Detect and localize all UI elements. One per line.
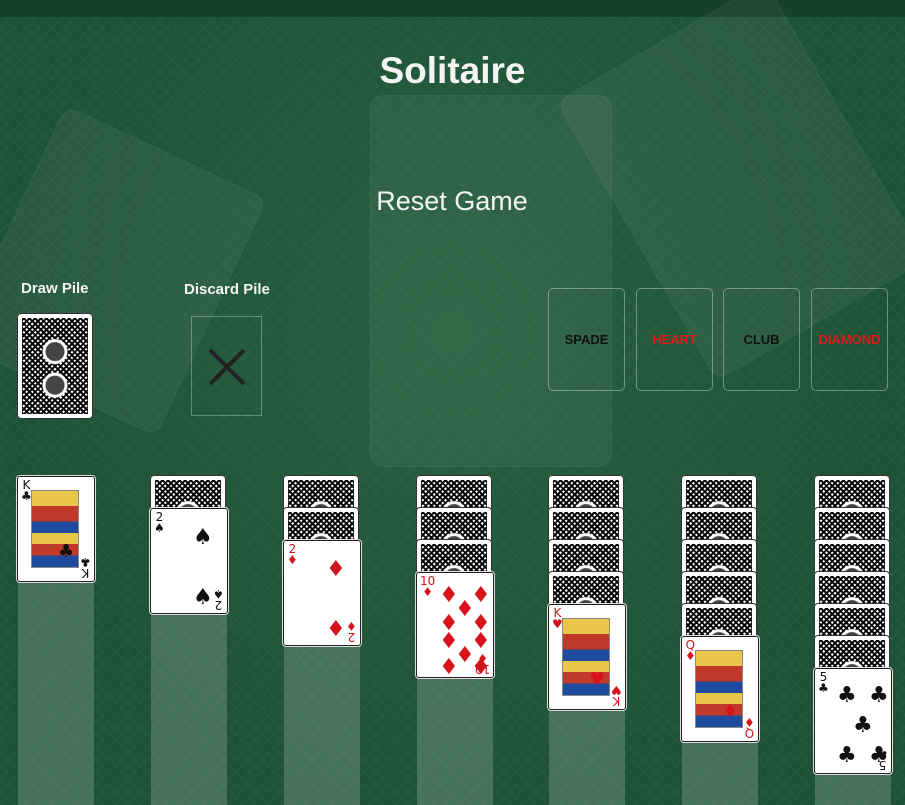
foundation-heart[interactable]: HEART	[636, 288, 713, 391]
suit-pip: ♦	[471, 655, 491, 678]
tableau-column-4	[417, 672, 493, 805]
tableau-top-card[interactable]: K ♣ K ♣ ♣	[17, 476, 95, 582]
suit-pip: ♥	[589, 669, 606, 690]
suit-pip: ♦	[326, 557, 346, 582]
card-rank-corner: 2 ♠	[154, 510, 165, 535]
suit-pip: ♣	[837, 743, 857, 768]
tableau-top-card[interactable]: 5 ♣ 5 ♣ ♣ ♣ ♣ ♣ ♣	[814, 668, 892, 774]
card-rank-corner: 2 ♠	[213, 587, 224, 612]
draw-pile-label: Draw Pile	[21, 280, 89, 297]
suit-pip: ♦	[326, 617, 346, 642]
suit-pip: ♣	[853, 713, 873, 738]
discard-pile-slot[interactable]	[191, 316, 262, 416]
tableau-top-card[interactable]: 2 ♦ 2 ♦ ♦ ♦	[283, 540, 361, 646]
foundation-diamond[interactable]: DIAMOND	[811, 288, 888, 391]
tableau-column-3	[284, 640, 360, 805]
foundation-club[interactable]: CLUB	[723, 288, 800, 391]
tableau-top-card[interactable]: 2 ♠ 2 ♠ ♠ ♠	[150, 508, 228, 614]
card-rank-corner: Q ♦	[744, 715, 755, 740]
tableau-top-card[interactable]: Q ♦ Q ♦ ♦	[681, 636, 759, 742]
suit-pip: ♣	[837, 683, 857, 708]
reset-game-button[interactable]: Reset Game	[352, 180, 552, 222]
suit-pip: ♣	[869, 743, 889, 768]
tableau-column-5	[549, 704, 625, 805]
tableau-column-1	[18, 576, 94, 805]
tableau-column-6	[682, 736, 758, 805]
suit-pip: ♠	[193, 525, 213, 550]
tableau-column-2	[151, 608, 227, 805]
suit-pip: ♦	[722, 701, 739, 722]
draw-pile[interactable]	[17, 313, 93, 419]
foundation-spade[interactable]: SPADE	[548, 288, 625, 391]
discard-pile-label: Discard Pile	[184, 281, 270, 298]
suit-pip: ♣	[869, 683, 889, 708]
tableau-top-card[interactable]: 10 ♦ 10 ♦ ♦ ♦ ♦ ♦ ♦ ♦ ♦ ♦ ♦ ♦	[416, 572, 494, 678]
suit-pip: ♦	[439, 655, 459, 678]
card-rank-corner: 2 ♦	[346, 619, 357, 644]
suit-pip: ♠	[193, 585, 213, 610]
card-rank-corner: 2 ♦	[287, 542, 298, 567]
card-rank-corner: 10 ♦	[420, 574, 436, 599]
suit-pip: ♣	[58, 541, 75, 562]
card-rank-corner: K ♣	[80, 555, 91, 580]
card-rank-corner: K ♥	[611, 683, 622, 708]
card-rank-corner: 5 ♣	[818, 670, 829, 695]
background-card	[370, 95, 612, 467]
x-icon	[208, 348, 246, 386]
page-title: Solitaire	[379, 50, 526, 91]
tableau-top-card[interactable]: K ♥ K ♥ ♥	[548, 604, 626, 710]
